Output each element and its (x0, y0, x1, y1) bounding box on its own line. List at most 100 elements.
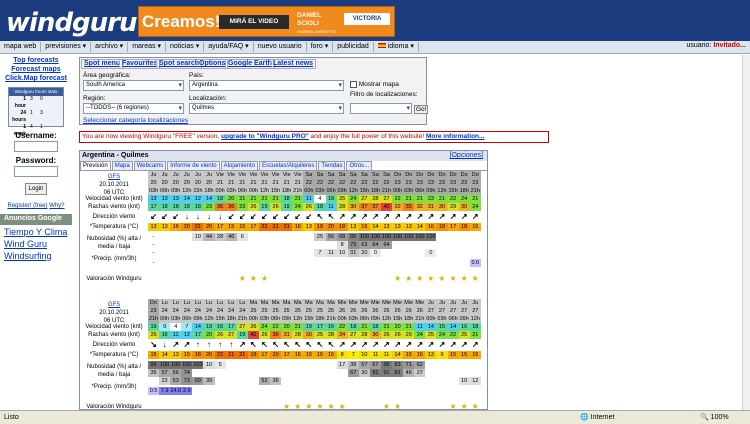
cloud-cell (258, 369, 271, 377)
tab-favourites[interactable]: Favourites (119, 59, 161, 69)
menu-noticias[interactable]: noticias ▾ (166, 42, 205, 52)
cloud-cell: 5 (214, 361, 226, 369)
cloud-cell: 17 (336, 361, 348, 369)
area-select[interactable]: South America (83, 80, 184, 91)
location-select[interactable]: Quilmes (189, 103, 344, 114)
select-category-link[interactable]: Seleccionar categoría localizaciones (83, 117, 188, 124)
user-info: usuario: Invitado... (686, 42, 746, 49)
menu-publicidad[interactable]: publicidad (333, 42, 374, 52)
tab-prevision[interactable]: Previsión (80, 161, 111, 170)
go-button[interactable]: Go! (414, 105, 429, 114)
time-cell: 24 (214, 307, 226, 315)
menu-ayuda[interactable]: ayuda/FAQ ▾ (204, 42, 254, 52)
gust-cell: 24 (436, 331, 448, 339)
region-select[interactable]: --TODOS-- (6 regiones) (83, 103, 184, 114)
time-cell: Ma (325, 299, 337, 307)
time-cell: 26 (403, 307, 415, 315)
menu-idioma[interactable]: idioma ▾ (374, 42, 419, 52)
wind-arrow-icon: ↓ (162, 341, 167, 349)
cloud-mid-row: -8 75 63 64 64 (148, 241, 481, 249)
model-name-link[interactable]: GFS (108, 174, 120, 180)
tab-latest-news[interactable]: Latest news (270, 59, 317, 69)
time-cell: 21 (236, 179, 248, 187)
tab-otros[interactable]: Otros... (346, 161, 373, 170)
upgrade-link[interactable]: upgrade to "Windguru PRO" (221, 133, 309, 140)
tab-mapa[interactable]: Mapa (111, 161, 133, 170)
google-ads-header: Anuncios Google (0, 214, 72, 225)
tab-google-earth[interactable]: Google Earth (225, 59, 275, 69)
login-button[interactable]: Login (25, 183, 47, 195)
precip-cell (403, 259, 414, 267)
password-input[interactable] (14, 166, 58, 177)
tab-spot-menu[interactable]: Spot menu (81, 59, 124, 69)
label-rating: Valoración Windguru (86, 276, 142, 282)
time-cell: 21 (225, 179, 237, 187)
menu-archivo[interactable]: archivo ▾ (91, 42, 129, 52)
time-cell: 12h (436, 187, 448, 195)
menu-previsiones[interactable]: previsiones ▾ (41, 42, 92, 52)
gust-cell: 30 (347, 203, 359, 211)
model-name-link[interactable]: GFS (108, 302, 120, 308)
cloud-cell (469, 361, 481, 369)
wind-arrow-icon: ↖ (316, 213, 324, 221)
tab-escuelas[interactable]: Escuelas/Alquileres (259, 161, 318, 170)
cloud-cell: 38 (347, 361, 359, 369)
register-link[interactable]: Register! (free) (7, 203, 47, 209)
wind-cell: 13 (159, 195, 171, 203)
precip-cell (436, 259, 447, 267)
user-value[interactable]: Invitado... (713, 42, 746, 49)
zoom-control[interactable]: 🔍 100% (700, 411, 729, 424)
time-cell: 03h (148, 187, 160, 195)
gust-row: 25 16 11 12 17 20 26 27 19 42 26 36 31 28 30 25 28 34 27 28… (148, 331, 481, 339)
menu-nuevo-usuario[interactable]: nuevo usuario (254, 42, 307, 52)
ad-link-windsurfing[interactable]: Windsurfing (0, 251, 72, 261)
tab-tiendas[interactable]: Tiendas (318, 161, 346, 170)
username-input[interactable] (14, 141, 58, 152)
windguru-logo[interactable]: windguru (6, 8, 138, 38)
filter-input[interactable] (350, 103, 412, 114)
tab-options[interactable]: Options (196, 59, 229, 69)
time-cell: 12h (292, 315, 304, 323)
menu-foro[interactable]: foro ▾ (307, 42, 334, 52)
temp-cell: 15 (181, 351, 193, 359)
tab-informe[interactable]: Informe de viento (167, 161, 220, 170)
cloud-cell (380, 377, 393, 385)
gust-cell: 31 (281, 331, 293, 339)
show-map-option[interactable]: Mostrar mapa (350, 81, 399, 88)
country-select[interactable]: Argentina (189, 80, 344, 91)
ad-link-windguru[interactable]: Wind Guru (0, 239, 72, 249)
time-cell: 23 (458, 179, 470, 187)
ad-banner[interactable]: Creamos! MIRÁ EL VIDEO DANIEL SCIOLI GAB… (138, 6, 395, 37)
banner-video-button[interactable]: MIRÁ EL VIDEO (219, 15, 289, 29)
ad-link-tiempo[interactable]: Tiempo Y Clima (0, 227, 72, 237)
link-clickmap[interactable]: Click.Map forecast (0, 75, 72, 82)
time-cell: 12h (380, 315, 393, 323)
star-icon: ★ (449, 275, 457, 283)
time-cell: 15h (214, 315, 226, 323)
link-top-forecasts[interactable]: Top forecasts (0, 57, 72, 64)
show-map-checkbox[interactable] (350, 81, 357, 88)
gust-cell: 36 (214, 203, 226, 211)
time-cell: 22 (369, 179, 381, 187)
cloud-cell (380, 249, 393, 257)
more-info-link[interactable]: More information... (426, 133, 485, 140)
tab-webcams[interactable]: Webcams (133, 161, 167, 170)
menu-mareas[interactable]: mareas ▾ (128, 42, 167, 52)
menu-mapa-web[interactable]: mapa web (0, 42, 42, 52)
why-link[interactable]: Why? (49, 203, 64, 209)
gust-row: 17 18 18 18 18 23 36 36 23 26 19 26 19 24 26 18 11 28 30 37… (148, 203, 481, 211)
precip-cell (270, 259, 281, 267)
cloud-cell (281, 249, 293, 257)
cloud-cell: 100 (170, 361, 182, 369)
globe-icon: 🌐 (580, 414, 589, 421)
options-link[interactable]: [Opciones] (450, 151, 483, 161)
wind-arrow-icon: ↗ (349, 213, 357, 221)
rating-cell (314, 275, 325, 283)
register-line: Register! (free) Why? (0, 203, 72, 209)
page-scrollbar[interactable] (742, 55, 750, 410)
link-forecast-maps[interactable]: Forecast maps (0, 66, 72, 73)
cloud-cell (203, 249, 215, 257)
tab-alojamiento[interactable]: Alojamiento (220, 161, 258, 170)
precip-cell (370, 387, 381, 395)
wind-cell: 22 (270, 323, 282, 331)
